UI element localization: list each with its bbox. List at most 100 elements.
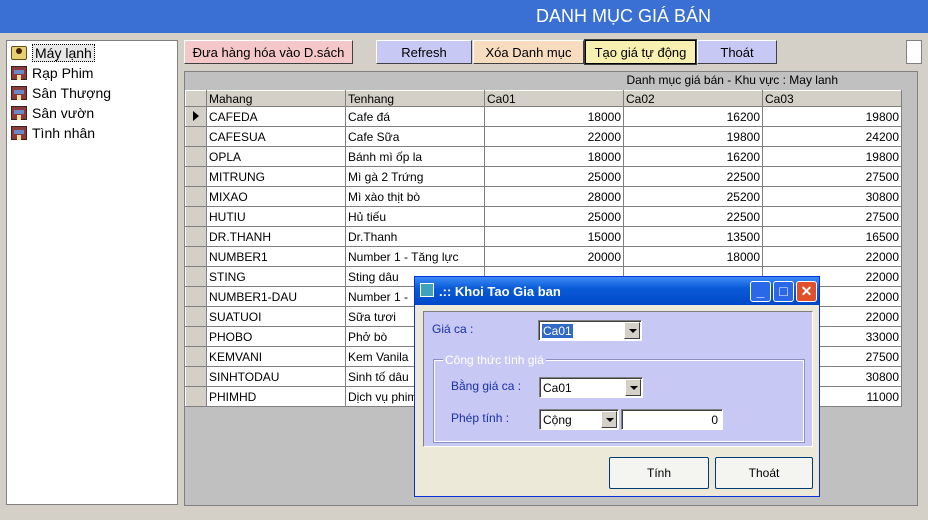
table-cell[interactable]: 22500	[623, 166, 763, 187]
table-cell[interactable]: SUATUOI	[206, 306, 346, 327]
table-cell[interactable]: SINHTODAU	[206, 366, 346, 387]
table-cell[interactable]: 25000	[484, 166, 624, 187]
chevron-down-icon[interactable]	[625, 379, 641, 396]
bang-gia-select[interactable]: Ca01	[539, 377, 643, 398]
compute-button[interactable]: Tính	[609, 457, 709, 489]
table-cell[interactable]: 19800	[762, 146, 902, 167]
table-cell[interactable]: MIXAO	[206, 186, 346, 207]
table-row[interactable]: NUMBER1 Number 1 - Tăng lực 20000 18000 2200…	[185, 246, 902, 267]
table-cell[interactable]: STING	[206, 266, 346, 287]
tree-item-may-lanh[interactable]: Máy lạnh	[11, 43, 95, 63]
table-cell[interactable]: Mì gà 2 Trứng	[345, 166, 485, 187]
table-cell[interactable]: Cafe Sữa	[345, 126, 485, 147]
table-row[interactable]: HUTIU Hủ tiếu 25000 22500 27500	[185, 206, 902, 227]
delete-list-button[interactable]: Xóa Danh mục	[473, 40, 584, 64]
add-to-list-button[interactable]: Đưa hàng hóa vào D.sách	[184, 40, 353, 64]
row-indicator[interactable]	[185, 246, 207, 267]
tree-item-san-vuon[interactable]: Sân vườn	[11, 103, 94, 123]
table-cell[interactable]: Cafe đá	[345, 106, 485, 127]
table-cell[interactable]: CAFESUA	[206, 126, 346, 147]
tree-item-tinh-nhan[interactable]: Tình nhân	[11, 123, 95, 143]
table-cell[interactable]: 19800	[762, 106, 902, 127]
row-indicator[interactable]	[185, 106, 207, 127]
minimize-icon[interactable]: _	[750, 281, 771, 302]
table-cell[interactable]: 18000	[484, 106, 624, 127]
row-indicator[interactable]	[185, 186, 207, 207]
table-cell[interactable]: Bánh mì ốp la	[345, 146, 485, 167]
table-cell[interactable]: 18000	[623, 246, 763, 267]
dialog-exit-button[interactable]: Thoát	[715, 457, 813, 489]
row-indicator[interactable]	[185, 366, 207, 387]
table-row[interactable]: MIXAO Mì xào thịt bò 28000 25200 30800	[185, 186, 902, 207]
table-cell[interactable]: 22500	[623, 206, 763, 227]
dialog-titlebar[interactable]: .:: Khoi Tao Gia ban _ □ ✕	[415, 277, 819, 305]
table-cell[interactable]: 16500	[762, 226, 902, 247]
row-indicator[interactable]	[185, 346, 207, 367]
table-cell[interactable]: Mì xào thịt bò	[345, 186, 485, 207]
table-cell[interactable]: Hủ tiếu	[345, 206, 485, 227]
row-indicator[interactable]	[185, 226, 207, 247]
table-cell[interactable]: 27500	[762, 166, 902, 187]
row-indicator[interactable]	[185, 126, 207, 147]
table-cell[interactable]: PHIMHD	[206, 386, 346, 407]
auto-price-button[interactable]: Tạo giá tự động	[584, 39, 697, 65]
table-cell[interactable]: CAFEDA	[206, 106, 346, 127]
table-row[interactable]: CAFESUA Cafe Sữa 22000 19800 24200	[185, 126, 902, 147]
table-cell[interactable]: HUTIU	[206, 206, 346, 227]
exit-button[interactable]: Thoát	[697, 40, 777, 64]
table-cell[interactable]: Number 1 - Tăng lực	[345, 246, 485, 267]
table-cell[interactable]: 24200	[762, 126, 902, 147]
column-header[interactable]: Ca01	[484, 90, 624, 107]
table-cell[interactable]: 22000	[484, 126, 624, 147]
row-indicator[interactable]	[185, 146, 207, 167]
table-cell[interactable]: DR.THANH	[206, 226, 346, 247]
table-cell[interactable]: 25000	[484, 206, 624, 227]
amount-input[interactable]: 0	[621, 409, 723, 430]
table-cell[interactable]: 19800	[623, 126, 763, 147]
table-row[interactable]: MITRUNG Mì gà 2 Trứng 25000 22500 27500	[185, 166, 902, 187]
table-cell[interactable]: 15000	[484, 226, 624, 247]
row-indicator[interactable]	[185, 326, 207, 347]
table-row[interactable]: DR.THANH Dr.Thanh 15000 13500 16500	[185, 226, 902, 247]
table-cell[interactable]: 20000	[484, 246, 624, 267]
chevron-down-icon[interactable]	[624, 322, 640, 339]
row-indicator[interactable]	[185, 306, 207, 327]
table-cell[interactable]: 22000	[762, 246, 902, 267]
table-cell[interactable]: 13500	[623, 226, 763, 247]
grid-caption: Danh mục giá bán - Khu vực : May lanh	[626, 73, 838, 87]
init-price-dialog: .:: Khoi Tao Gia ban _ □ ✕ Giá ca : Ca01…	[414, 276, 820, 497]
table-cell[interactable]: OPLA	[206, 146, 346, 167]
tree-item-san-thuong[interactable]: Sân Thượng	[11, 83, 111, 103]
table-cell[interactable]: 30800	[762, 186, 902, 207]
table-cell[interactable]: 16200	[623, 106, 763, 127]
table-cell[interactable]: 25200	[623, 186, 763, 207]
table-cell[interactable]: 18000	[484, 146, 624, 167]
table-row[interactable]: CAFEDA Cafe đá 18000 16200 19800	[185, 106, 902, 127]
row-indicator[interactable]	[185, 286, 207, 307]
table-cell[interactable]: 16200	[623, 146, 763, 167]
refresh-button[interactable]: Refresh	[376, 40, 472, 64]
table-cell[interactable]: KEMVANI	[206, 346, 346, 367]
table-row[interactable]: OPLA Bánh mì ốp la 18000 16200 19800	[185, 146, 902, 167]
table-cell[interactable]: PHOBO	[206, 326, 346, 347]
row-indicator[interactable]	[185, 266, 207, 287]
column-header[interactable]: Tenhang	[345, 90, 485, 107]
row-indicator[interactable]	[185, 386, 207, 407]
table-cell[interactable]: Dr.Thanh	[345, 226, 485, 247]
chevron-down-icon[interactable]	[601, 411, 617, 428]
table-cell[interactable]: NUMBER1-DAU	[206, 286, 346, 307]
gia-ca-select[interactable]: Ca01	[538, 320, 642, 341]
table-cell[interactable]: 28000	[484, 186, 624, 207]
row-indicator[interactable]	[185, 206, 207, 227]
table-cell[interactable]: 27500	[762, 206, 902, 227]
column-header[interactable]: Ca03	[762, 90, 902, 107]
table-cell[interactable]: MITRUNG	[206, 166, 346, 187]
table-cell[interactable]: NUMBER1	[206, 246, 346, 267]
column-header[interactable]: Mahang	[206, 90, 346, 107]
tree-item-rap-phim[interactable]: Rạp Phim	[11, 63, 93, 83]
phep-tinh-select[interactable]: Cộng	[539, 409, 619, 430]
maximize-icon[interactable]: □	[773, 281, 794, 302]
row-indicator[interactable]	[185, 166, 207, 187]
close-icon[interactable]: ✕	[796, 281, 817, 302]
column-header[interactable]: Ca02	[623, 90, 763, 107]
